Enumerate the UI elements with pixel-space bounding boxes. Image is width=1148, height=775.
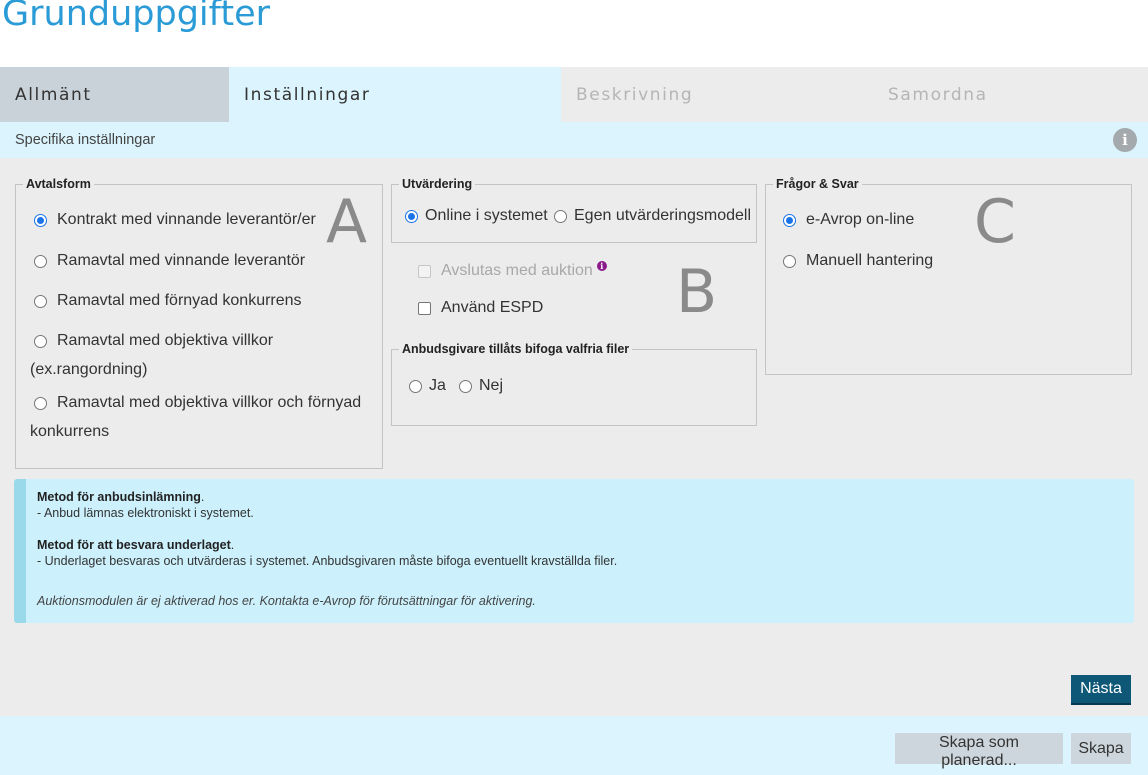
option-label: Ramavtal med objektiva villkor [57,332,274,349]
create-planned-button[interactable]: Skapa som planerad... [895,733,1063,769]
fragor-option-manuell[interactable]: Manuell hantering [783,252,933,270]
utvardering-legend: Utvärdering [402,177,473,191]
radio-ramavtal-vinnande[interactable] [34,254,47,268]
avtalsform-option-ramavtal-fornyad[interactable]: Ramavtal med förnyad konkurrens [34,292,302,310]
bifoga-option-nej[interactable]: Nej [459,377,503,395]
next-button[interactable]: Nästa [1071,675,1131,705]
option-label: Nej [479,377,504,394]
avtalsform-option-ramavtal-objektiva[interactable]: Ramavtal med objektiva villkor [34,332,273,350]
notice-note: Auktionsmodulen är ej aktiverad hos er. … [37,594,536,608]
tab-samordna[interactable]: Samordna [873,67,1148,122]
notice-line-1: - Anbud lämnas elektroniskt i systemet. [37,506,254,520]
radio-manuell[interactable] [783,254,796,268]
footer-bar: Skapa som planerad... Skapa [0,716,1148,775]
notice-heading-1: Metod för anbudsinlämning [37,490,201,504]
option-label: Online i systemet [425,207,548,224]
title-area: Grunduppgifter [0,0,1148,67]
radio-ja[interactable] [409,379,422,393]
fragor-legend: Frågor & Svar [776,177,859,191]
option-label: Ramavtal med vinnande leverantör [57,252,306,269]
marker-letter-c: C [974,187,1016,257]
tab-bar: Allmänt Inställningar Beskrivning Samord… [0,67,1148,122]
option-label: Ramavtal med förnyad konkurrens [57,292,302,309]
bifoga-legend: Anbudsgivare tillåts bifoga valfria file… [402,342,630,356]
tab-beskrivning[interactable]: Beskrivning [561,67,873,122]
auction-checkbox [418,264,431,278]
utvardering-option-egen[interactable]: Egen utvärderingsmodell [554,207,751,225]
fragor-group: Frågor & Svar [765,177,1132,375]
create-button[interactable]: Skapa [1071,733,1131,764]
fragor-option-online[interactable]: e-Avrop on-line [783,211,914,229]
radio-online[interactable] [405,209,418,223]
utvardering-option-online[interactable]: Online i systemet [405,207,548,225]
auction-info-icon[interactable]: i [596,261,607,271]
avtalsform-option-ramavtal-objektiva-fornyad[interactable]: Ramavtal med objektiva villkor och förny… [34,394,361,412]
radio-ramavtal-fornyad[interactable] [34,294,47,308]
espd-checkbox-row[interactable]: Använd ESPD [418,299,543,317]
option-label: Manuell hantering [806,252,934,269]
avtalsform-option-ramavtal-vinnande[interactable]: Ramavtal med vinnande leverantör [34,252,305,270]
option-label: Ja [429,377,446,394]
radio-egen[interactable] [554,209,567,223]
avtalsform-option-kontrakt[interactable]: Kontrakt med vinnande leverantör/er [34,211,316,229]
radio-ramavtal-objektiva[interactable] [34,334,47,348]
option-label: e-Avrop on-line [806,211,915,228]
espd-label: Använd ESPD [441,299,544,316]
section-title: Specifika inställningar [15,132,156,148]
radio-e-avrop-online[interactable] [783,213,796,227]
marker-letter-a: A [326,187,368,257]
tab-allmant[interactable]: Allmänt [0,67,229,122]
marker-letter-b: B [676,257,718,327]
option-label-continuation: (ex.rangordning) [30,361,148,378]
auction-label: Avslutas med auktion [441,262,593,279]
espd-checkbox[interactable] [418,301,431,315]
tab-installningar[interactable]: Inställningar [229,67,561,122]
radio-nej[interactable] [459,379,472,393]
option-label: Ramavtal med objektiva villkor och förny… [57,394,362,411]
radio-kontrakt[interactable] [34,213,47,227]
bifoga-option-ja[interactable]: Ja [409,377,446,395]
option-label: Kontrakt med vinnande leverantör/er [57,211,316,228]
section-header: Specifika inställningar i [0,122,1148,158]
info-icon[interactable]: i [1113,128,1137,152]
info-notice: Metod för anbudsinlämning. - Anbud lämna… [14,479,1134,623]
page-title: Grunduppgifter [2,0,271,34]
auction-checkbox-row: Avslutas med auktion i [418,261,607,280]
option-label: Egen utvärderingsmodell [574,207,751,224]
notice-heading-2: Metod för att besvara underlaget [37,538,231,552]
notice-line-2: - Underlaget besvaras och utvärderas i s… [37,554,618,568]
radio-ramavtal-objektiva-fornyad[interactable] [34,396,47,410]
option-label-continuation: konkurrens [30,423,110,440]
avtalsform-legend: Avtalsform [26,177,91,191]
